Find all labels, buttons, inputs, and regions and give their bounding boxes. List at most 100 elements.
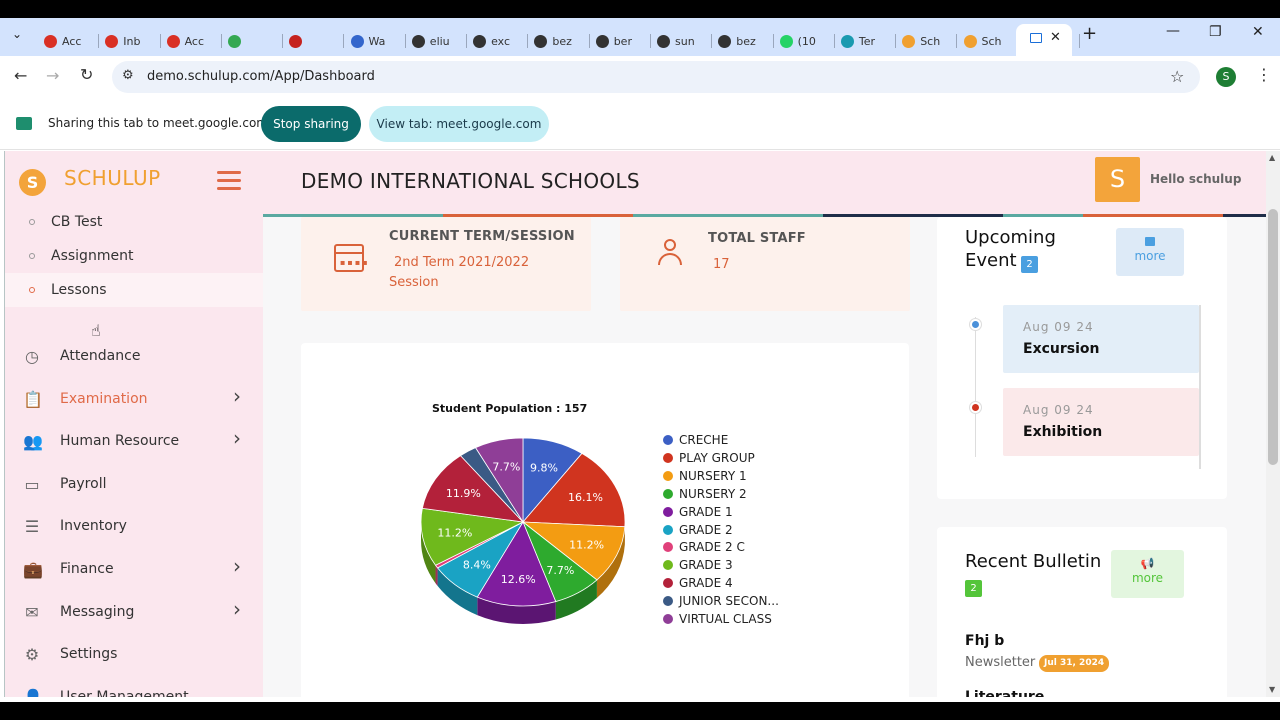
tab-label: eliu bbox=[429, 34, 450, 48]
browser-tab[interactable]: ber bbox=[590, 26, 652, 56]
sidebar-item-settings[interactable]: ⚙ Settings bbox=[5, 635, 263, 675]
browser-tab[interactable]: Sch bbox=[958, 26, 1020, 56]
pie-slice-side bbox=[435, 565, 438, 586]
close-tab-icon[interactable]: ✕ bbox=[1050, 30, 1061, 45]
site-info-icon[interactable]: ⚙ bbox=[122, 68, 134, 83]
event-title: Excursion bbox=[1023, 341, 1100, 357]
sidebar-item-inventory[interactable]: ☰ Inventory bbox=[5, 507, 263, 547]
tab-label: Acc bbox=[184, 34, 205, 48]
events-more-button[interactable]: more bbox=[1116, 228, 1184, 276]
browser-tab[interactable]: Wa bbox=[345, 26, 407, 56]
forward-icon[interactable]: → bbox=[46, 66, 59, 85]
event-item[interactable]: Aug 09 24 Exhibition bbox=[1003, 388, 1199, 456]
user-greeting[interactable]: Hello schulup bbox=[1150, 172, 1241, 186]
active-tab[interactable]: ✕ bbox=[1016, 24, 1072, 56]
hamburger-menu-icon[interactable] bbox=[217, 171, 241, 191]
browser-tab[interactable]: bez bbox=[712, 26, 774, 56]
briefcase-icon: 💼 bbox=[23, 560, 43, 579]
globe-icon bbox=[718, 34, 732, 48]
list-icon: ☰ bbox=[24, 517, 40, 537]
submenu-item-label: Lessons bbox=[51, 282, 107, 298]
legend-label: VIRTUAL CLASS bbox=[679, 612, 772, 626]
legend-label: GRADE 3 bbox=[679, 558, 733, 573]
browser-tab[interactable] bbox=[222, 26, 284, 56]
new-tab-icon[interactable]: + bbox=[1082, 23, 1097, 44]
view-tab-button[interactable]: View tab: meet.google.com bbox=[369, 106, 549, 142]
legend-item[interactable]: VIRTUAL CLASS bbox=[663, 610, 772, 628]
submenu-item[interactable]: Assignment bbox=[5, 239, 263, 273]
bookmark-star-icon[interactable]: ☆ bbox=[1170, 67, 1184, 86]
window-close-icon[interactable]: ✕ bbox=[1252, 24, 1264, 40]
bulletin-more-button[interactable]: 📢 more bbox=[1111, 550, 1184, 598]
legend-item[interactable]: GRADE 3 bbox=[663, 556, 733, 574]
browser-tab[interactable] bbox=[283, 26, 345, 56]
tab-search-chevron-icon[interactable]: ⌄ bbox=[12, 27, 22, 41]
chevron-right-icon: › bbox=[233, 426, 241, 451]
bulletin-item-date-badge: Jul 31, 2024 bbox=[1039, 655, 1110, 672]
submenu-item[interactable]: Lessons bbox=[5, 273, 263, 307]
events-scroll-track[interactable] bbox=[1199, 305, 1201, 469]
sidebar-item-finance[interactable]: 💼 Finance › bbox=[5, 550, 263, 590]
page-scrollbar[interactable]: ▲ ▼ bbox=[1266, 151, 1280, 697]
browser-tab[interactable]: exc bbox=[467, 26, 529, 56]
legend-item[interactable]: GRADE 4 bbox=[663, 574, 733, 592]
schulup-logo-icon: S bbox=[19, 169, 46, 196]
sidebar-item-user-management[interactable]: 👤 User Management bbox=[5, 678, 263, 697]
legend-item[interactable]: GRADE 2 bbox=[663, 521, 733, 539]
sidebar: S SCHULUP CB Test Assignment Lessons ◷ Atte… bbox=[5, 151, 263, 697]
legend-item[interactable]: CRECHE bbox=[663, 431, 728, 449]
bulletin-item-title-2[interactable]: Literature bbox=[965, 689, 1044, 697]
user-avatar[interactable]: S bbox=[1095, 157, 1140, 202]
sidebar-item-label: Human Resource bbox=[60, 433, 180, 450]
browser-tab[interactable]: Acc bbox=[38, 26, 100, 56]
sidebar-item-label: Finance bbox=[60, 561, 114, 577]
browser-tab[interactable]: Acc bbox=[161, 26, 223, 56]
gmail-icon bbox=[166, 34, 180, 48]
sidebar-item-payroll[interactable]: ▭ Payroll bbox=[5, 465, 263, 505]
legend-item[interactable]: PLAY GROUP bbox=[663, 449, 755, 467]
wave-icon bbox=[350, 34, 364, 48]
browser-tab[interactable]: Inb bbox=[99, 26, 161, 56]
sidebar-item-messaging[interactable]: ✉ Messaging › bbox=[5, 593, 263, 633]
legend-item[interactable]: GRADE 1 bbox=[663, 503, 733, 521]
minimize-icon[interactable]: — bbox=[1166, 23, 1180, 39]
browser-tab[interactable]: sun bbox=[651, 26, 713, 56]
sidebar-item-label: User Management bbox=[60, 688, 189, 697]
event-item[interactable]: Aug 09 24 Excursion bbox=[1003, 305, 1199, 373]
tab-label: Wa bbox=[368, 34, 386, 48]
browser-tab[interactable]: Sch bbox=[896, 26, 958, 56]
stop-sharing-button[interactable]: Stop sharing bbox=[261, 106, 361, 142]
events-title-line2: Event bbox=[965, 250, 1017, 271]
events-title-line1: Upcoming bbox=[965, 227, 1056, 248]
menu-dots-icon[interactable]: ⋮ bbox=[1256, 65, 1272, 84]
term-value-line2: Session bbox=[389, 275, 439, 290]
browser-tab[interactable]: (10 bbox=[774, 26, 836, 56]
browser-tab[interactable]: bez bbox=[528, 26, 590, 56]
tab-label: Acc bbox=[62, 34, 82, 48]
tab-label: Ter bbox=[858, 34, 876, 48]
browser-tab[interactable]: eliu bbox=[406, 26, 468, 56]
bulletin-item-title[interactable]: Fhj b bbox=[965, 633, 1004, 649]
pie-slice-label: 7.7% bbox=[546, 564, 574, 577]
profile-avatar[interactable]: S bbox=[1216, 67, 1236, 87]
event-date: Aug 09 24 bbox=[1023, 403, 1094, 417]
sidebar-item-examination[interactable]: 📋 Examination › bbox=[5, 380, 263, 420]
legend-item[interactable]: NURSERY 1 bbox=[663, 467, 747, 485]
submenu-item[interactable]: CB Test bbox=[5, 205, 263, 239]
legend-item[interactable]: JUNIOR SECON... bbox=[663, 592, 779, 610]
address-bar[interactable]: ⚙ demo.schulup.com/App/Dashboard ☆ bbox=[112, 61, 1200, 93]
schulup-app: S SCHULUP CB Test Assignment Lessons ◷ Atte… bbox=[4, 151, 1266, 697]
person-icon bbox=[658, 239, 682, 269]
back-icon[interactable]: ← bbox=[14, 66, 27, 85]
browser-tab[interactable]: Ter bbox=[835, 26, 897, 56]
sidebar-item-attendance[interactable]: ◷ Attendance bbox=[5, 337, 263, 377]
reload-icon[interactable]: ↻ bbox=[80, 65, 93, 84]
scrollbar-thumb[interactable] bbox=[1268, 209, 1278, 465]
meet-icon bbox=[227, 34, 241, 48]
schulup-icon bbox=[902, 34, 916, 48]
restore-icon[interactable]: ❐ bbox=[1209, 24, 1222, 40]
timeline-dot bbox=[970, 319, 981, 330]
sidebar-item-human-resource[interactable]: 👥 Human Resource › bbox=[5, 422, 263, 462]
legend-item[interactable]: GRADE 2 C bbox=[663, 538, 745, 556]
legend-item[interactable]: NURSERY 2 bbox=[663, 485, 747, 503]
